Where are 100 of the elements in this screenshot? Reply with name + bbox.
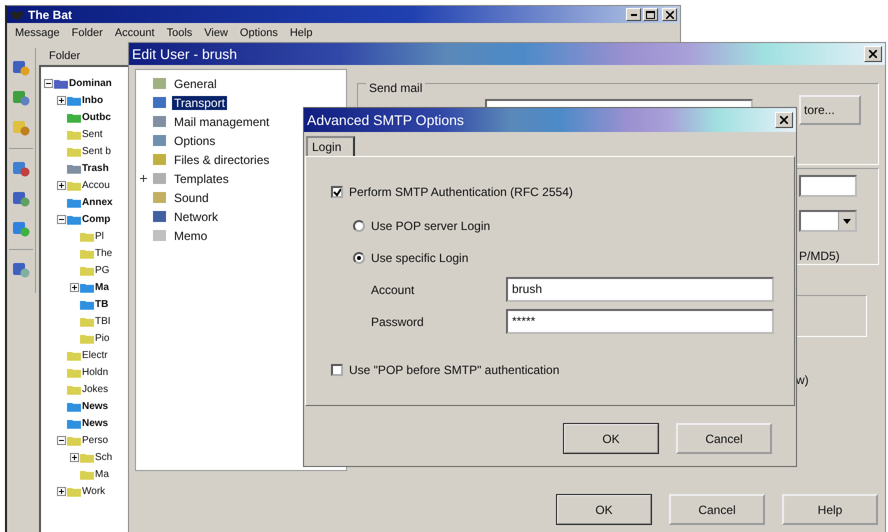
- folder-name[interactable]: Work: [82, 486, 106, 497]
- toolbar-icon[interactable]: [11, 260, 31, 280]
- expand-icon[interactable]: [70, 453, 79, 462]
- folder-name[interactable]: Sent: [82, 129, 103, 140]
- minimize-icon: [630, 14, 636, 16]
- folder-name[interactable]: Ma: [95, 469, 109, 480]
- radio-button[interactable]: [353, 252, 365, 264]
- dialog-button[interactable]: Cancel: [676, 423, 772, 454]
- section-item[interactable]: Templates: [172, 172, 231, 186]
- expand-icon[interactable]: [70, 283, 79, 292]
- folder-name[interactable]: Perso: [82, 435, 108, 446]
- section-icon: [152, 228, 168, 242]
- section-item[interactable]: General: [172, 76, 219, 90]
- close-button[interactable]: [662, 8, 677, 21]
- folder-name[interactable]: The: [95, 248, 112, 259]
- collapse-icon[interactable]: [44, 79, 53, 88]
- dropdown-arrow-icon: [843, 218, 851, 224]
- toolbar-icon[interactable]: [11, 58, 31, 78]
- expand-icon[interactable]: [57, 487, 66, 496]
- section-item[interactable]: Files & directories: [172, 152, 272, 166]
- option-label: P/MD5): [799, 249, 840, 263]
- checkbox[interactable]: [331, 186, 343, 198]
- section-icon: [152, 190, 168, 204]
- collapse-icon[interactable]: [57, 215, 66, 224]
- field-label: Password: [371, 315, 424, 329]
- section-item[interactable]: Memo: [172, 228, 210, 242]
- dialog-button[interactable]: OK: [563, 423, 659, 454]
- collapse-icon[interactable]: [57, 436, 66, 445]
- folder-name[interactable]: Pio: [95, 333, 110, 344]
- section-item[interactable]: Mail management: [172, 114, 272, 128]
- folder-name[interactable]: Outbc: [82, 112, 111, 123]
- folder-name[interactable]: Comp: [82, 214, 110, 225]
- close-icon: [666, 10, 674, 18]
- minimize-button[interactable]: [626, 8, 641, 21]
- folder-name[interactable]: PG: [95, 265, 110, 276]
- maximize-button[interactable]: [643, 8, 658, 21]
- dropdown-field[interactable]: [799, 210, 857, 232]
- folder-name[interactable]: Jokes: [82, 384, 108, 395]
- toolbar-icon[interactable]: [11, 159, 31, 179]
- folder-name[interactable]: Ma: [95, 282, 109, 293]
- section-icon: [152, 96, 168, 110]
- close-icon: [869, 50, 877, 58]
- folder-name[interactable]: Holdn: [82, 367, 108, 378]
- folder-name[interactable]: TB: [95, 299, 108, 310]
- input-field[interactable]: [799, 175, 857, 197]
- menu-item[interactable]: Folder: [72, 27, 103, 41]
- window-title: Advanced SMTP Options: [307, 112, 464, 128]
- section-icon: [152, 76, 168, 90]
- checkbox-label: Use "POP before SMTP" authentication: [349, 363, 560, 377]
- folder-name[interactable]: Trash: [82, 163, 109, 174]
- expand-icon[interactable]: [57, 96, 66, 105]
- radio-label: Use specific Login: [371, 251, 468, 265]
- toolbar-icon[interactable]: [11, 88, 31, 108]
- tab[interactable]: Login: [306, 136, 356, 156]
- section-icon: [152, 152, 168, 166]
- folder-name[interactable]: Sch: [95, 452, 112, 463]
- folder-name[interactable]: Dominan: [69, 78, 112, 89]
- folder-name[interactable]: Sent b: [82, 146, 111, 157]
- folder-name[interactable]: Pl: [95, 231, 104, 242]
- radio-label: Use POP server Login: [371, 219, 490, 233]
- expand-icon[interactable]: [57, 181, 66, 190]
- dialog-button[interactable]: OK: [556, 494, 652, 525]
- menu-item[interactable]: Options: [240, 27, 278, 41]
- expand-icon[interactable]: [140, 175, 147, 182]
- maximize-icon: [646, 10, 655, 18]
- menu-item[interactable]: View: [204, 27, 228, 41]
- account-field[interactable]: brush: [506, 277, 774, 302]
- checkbox[interactable]: [331, 364, 343, 376]
- more-button[interactable]: tore...: [799, 95, 861, 125]
- close-button[interactable]: [775, 112, 793, 128]
- section-icon: [152, 210, 168, 224]
- toolbar-icon[interactable]: [11, 219, 31, 239]
- menu-item[interactable]: Help: [290, 27, 312, 41]
- folder-name[interactable]: Inbo: [82, 95, 104, 106]
- dialog-button[interactable]: Cancel: [669, 494, 765, 525]
- dialog-button[interactable]: Help: [782, 494, 878, 525]
- password-field[interactable]: *****: [506, 309, 774, 334]
- menu-item[interactable]: Account: [114, 27, 155, 41]
- folder-name[interactable]: Accou: [82, 180, 110, 191]
- close-button[interactable]: [864, 46, 882, 62]
- folder-name[interactable]: News: [82, 418, 108, 429]
- section-icon: [152, 134, 168, 148]
- section-item[interactable]: Transport: [172, 96, 227, 110]
- radio-button[interactable]: [353, 220, 365, 232]
- field-label: Account: [371, 283, 414, 297]
- window-title: The Bat: [28, 8, 72, 22]
- section-item[interactable]: Network: [172, 210, 220, 224]
- section-item[interactable]: Options: [172, 134, 218, 148]
- section-item[interactable]: Sound: [172, 190, 211, 204]
- folder-name[interactable]: TBI: [95, 316, 111, 327]
- window-title: Edit User - brush: [132, 46, 238, 62]
- menu-item[interactable]: Message: [15, 27, 60, 41]
- toolbar-icon[interactable]: [11, 189, 31, 209]
- folder-name[interactable]: Annex: [82, 197, 113, 208]
- menu-item[interactable]: Tools: [166, 27, 192, 41]
- folder-name[interactable]: News: [82, 401, 108, 412]
- section-icon: [152, 172, 168, 186]
- folder-name[interactable]: Electr: [82, 350, 108, 361]
- bat-icon: [10, 8, 24, 20]
- checkbox-label: Perform SMTP Authentication (RFC 2554): [349, 185, 573, 199]
